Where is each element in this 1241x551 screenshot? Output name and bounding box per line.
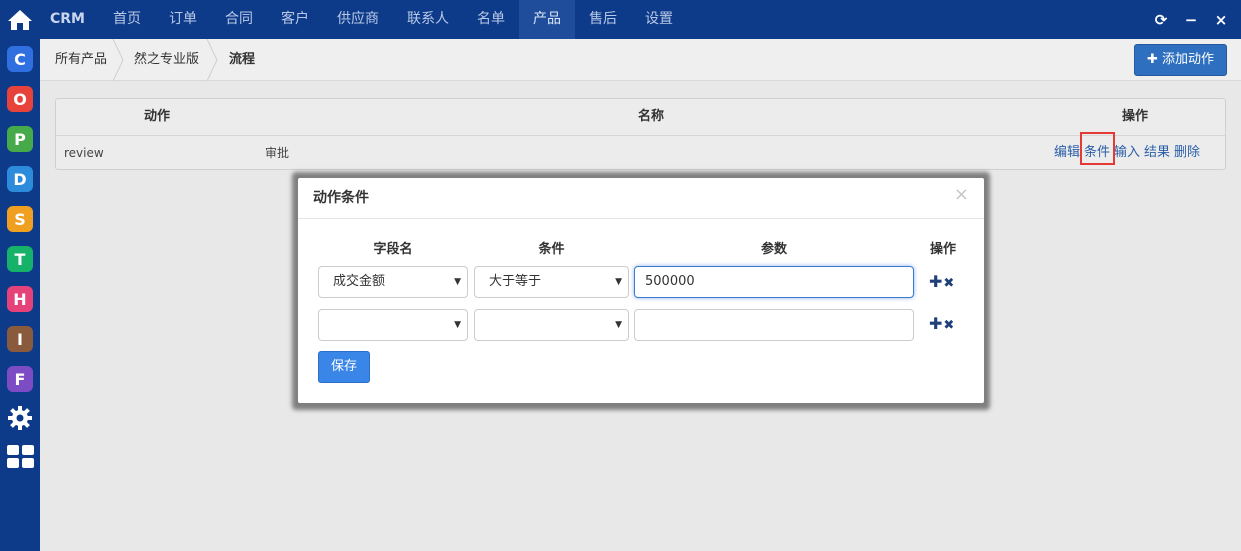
minimize-icon[interactable]: − bbox=[1183, 11, 1199, 29]
nav-contacts[interactable]: 联系人 bbox=[393, 0, 463, 39]
condition-select[interactable]: ▼ bbox=[474, 309, 629, 341]
highlight-box bbox=[1080, 132, 1115, 165]
breadcrumb: 所有产品 然之专业版 流程 ✚ 添加动作 bbox=[40, 39, 1241, 81]
cell-name: 审批 bbox=[265, 146, 290, 160]
close-icon[interactable]: × bbox=[1213, 11, 1229, 29]
field-select[interactable]: 成交金额 ▼ bbox=[318, 266, 468, 298]
actions-table: 动作 名称 操作 review 审批 编辑 条件 输入 结果 删除 bbox=[55, 98, 1226, 170]
breadcrumb-current: 流程 bbox=[229, 52, 256, 67]
nav-home[interactable]: 首页 bbox=[99, 0, 155, 39]
brand-crm[interactable]: CRM bbox=[40, 0, 99, 39]
modal-header-divider bbox=[298, 218, 984, 219]
remove-row-icon[interactable]: ✖ bbox=[943, 318, 954, 333]
field-select-value: 成交金额 bbox=[333, 274, 386, 289]
main-nav: CRM 首页 订单 合同 客户 供应商 联系人 名单 产品 售后 设置 bbox=[40, 0, 687, 39]
app-info-letter: I bbox=[17, 329, 23, 349]
breadcrumb-product[interactable]: 然之专业版 bbox=[134, 39, 199, 81]
window-controls: ⟳ − × bbox=[1153, 0, 1229, 39]
modal-close-icon[interactable]: × bbox=[954, 184, 969, 205]
app-cash-icon[interactable]: S bbox=[7, 206, 33, 232]
nav-leads[interactable]: 名单 bbox=[463, 0, 519, 39]
condition-select[interactable]: 大于等于 ▼ bbox=[474, 266, 629, 298]
app-doc-letter: D bbox=[13, 169, 27, 189]
field-select[interactable]: ▼ bbox=[318, 309, 468, 341]
app-hr-icon[interactable]: H bbox=[7, 286, 33, 312]
delete-link[interactable]: 删除 bbox=[1174, 136, 1200, 170]
chevron-down-icon: ▼ bbox=[454, 277, 461, 287]
conditions-modal: 动作条件 × 字段名 条件 参数 操作 成交金额 ▼ 大于等于 ▼ 500000… bbox=[298, 178, 984, 403]
remove-row-icon[interactable]: ✖ bbox=[943, 276, 954, 291]
header-condition: 条件 bbox=[538, 242, 565, 257]
cell-action: review bbox=[64, 146, 104, 160]
app-finance-icon[interactable]: F bbox=[7, 366, 33, 392]
app-crm-letter: C bbox=[14, 49, 26, 69]
breadcrumb-separator bbox=[206, 39, 218, 81]
row-ops: ✚✖ bbox=[929, 314, 954, 333]
app-doc-icon[interactable]: D bbox=[7, 166, 33, 192]
nav-service[interactable]: 售后 bbox=[575, 0, 631, 39]
app-project-icon[interactable]: P bbox=[7, 126, 33, 152]
nav-orders[interactable]: 订单 bbox=[155, 0, 211, 39]
param-input[interactable] bbox=[634, 309, 914, 341]
app-oa-letter: O bbox=[13, 89, 27, 109]
app-hr-letter: H bbox=[13, 289, 27, 309]
plus-icon: ✚ bbox=[1146, 52, 1158, 67]
condition-select-value: 大于等于 bbox=[489, 274, 542, 289]
nav-customers[interactable]: 客户 bbox=[267, 0, 323, 39]
inputs-link[interactable]: 输入 bbox=[1114, 136, 1140, 170]
param-input[interactable]: 500000 bbox=[634, 266, 914, 298]
add-row-icon[interactable]: ✚ bbox=[929, 314, 942, 333]
column-header-action: 动作 bbox=[144, 109, 171, 124]
app-team-icon[interactable]: T bbox=[7, 246, 33, 272]
app-oa-icon[interactable]: O bbox=[7, 86, 33, 112]
chevron-down-icon: ▼ bbox=[615, 320, 622, 330]
top-bar: CRM 首页 订单 合同 客户 供应商 联系人 名单 产品 售后 设置 ⟳ − … bbox=[0, 0, 1241, 39]
breadcrumb-all-products[interactable]: 所有产品 bbox=[55, 39, 107, 81]
app-project-letter: P bbox=[14, 129, 26, 149]
header-param: 参数 bbox=[760, 242, 787, 257]
app-finance-letter: F bbox=[14, 369, 26, 389]
chevron-down-icon: ▼ bbox=[615, 277, 622, 287]
nav-suppliers[interactable]: 供应商 bbox=[323, 0, 393, 39]
home-icon[interactable] bbox=[0, 0, 40, 39]
column-header-ops: 操作 bbox=[1122, 109, 1149, 124]
column-header-name: 名称 bbox=[638, 109, 665, 124]
app-team-letter: T bbox=[14, 249, 26, 269]
add-row-icon[interactable]: ✚ bbox=[929, 272, 942, 291]
app-dock: C O P D S T H I F bbox=[0, 39, 40, 551]
nav-contracts[interactable]: 合同 bbox=[211, 0, 267, 39]
all-apps-grid-icon[interactable] bbox=[7, 445, 34, 473]
edit-link[interactable]: 编辑 bbox=[1054, 136, 1080, 170]
add-action-button[interactable]: ✚ 添加动作 bbox=[1134, 44, 1227, 76]
app-cash-letter: S bbox=[14, 209, 26, 229]
modal-title: 动作条件 bbox=[313, 190, 369, 206]
chevron-down-icon: ▼ bbox=[454, 320, 461, 330]
app-crm-icon[interactable]: C bbox=[7, 46, 33, 72]
header-ops: 操作 bbox=[929, 242, 956, 257]
results-link[interactable]: 结果 bbox=[1144, 136, 1170, 170]
app-info-icon[interactable]: I bbox=[7, 326, 33, 352]
nav-settings[interactable]: 设置 bbox=[631, 0, 687, 39]
add-action-label: 添加动作 bbox=[1162, 52, 1215, 67]
header-field: 字段名 bbox=[373, 242, 413, 257]
save-button[interactable]: 保存 bbox=[318, 351, 370, 383]
row-divider bbox=[56, 135, 1225, 136]
row-ops: ✚✖ bbox=[929, 272, 954, 291]
refresh-icon[interactable]: ⟳ bbox=[1153, 11, 1169, 29]
breadcrumb-separator bbox=[112, 39, 124, 81]
nav-products[interactable]: 产品 bbox=[519, 0, 575, 39]
settings-gear-icon[interactable] bbox=[7, 405, 33, 435]
